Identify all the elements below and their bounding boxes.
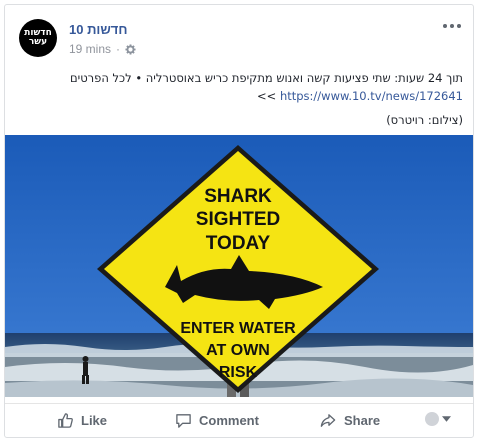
share-button[interactable]: Share — [319, 412, 380, 429]
more-options-icon[interactable] — [441, 19, 463, 33]
profile-avatar-small — [425, 412, 439, 426]
post-text-line: תוך 24 שעות: שתי פציעות קשה ואנוש מתקיפת… — [70, 71, 463, 85]
post-link[interactable]: https://www.10.tv/news/172641 — [280, 89, 463, 103]
sign-line-risk: RISK — [219, 364, 258, 381]
post-link-line: https://www.10.tv/news/172641 >> — [17, 87, 463, 105]
like-button[interactable]: Like — [57, 412, 107, 429]
share-label: Share — [344, 413, 381, 428]
page-avatar[interactable]: חדשות עשר — [19, 19, 57, 57]
share-arrow-icon — [320, 414, 336, 427]
gear-icon[interactable] — [125, 43, 136, 55]
comment-icon — [176, 414, 191, 428]
caret-down-icon — [442, 416, 451, 422]
post-meta: 19 mins · — [69, 42, 136, 56]
sign-line-today: TODAY — [206, 233, 271, 254]
page-name-link[interactable]: חדשות 10 — [69, 22, 127, 37]
avatar-text-bottom: עשר — [28, 37, 48, 47]
react-as-selector[interactable] — [425, 412, 451, 426]
dot-separator: · — [116, 42, 121, 56]
like-label: Like — [81, 413, 108, 428]
action-bar: Like Comment Share — [5, 403, 473, 438]
post-text: תוך 24 שעות: שתי פציעות קשה ואנוש מתקיפת… — [17, 69, 463, 129]
thumbs-up-icon — [58, 413, 73, 428]
post-header: חדשות עשר חדשות 10 19 mins · — [17, 15, 463, 61]
sign-line-enter-water: ENTER WATER — [180, 320, 296, 337]
post-photo[interactable]: SHARK SIGHTED TODAY ENTER WATER AT OWN R… — [5, 135, 473, 397]
comment-button[interactable]: Comment — [175, 412, 259, 429]
sign-line-shark: SHARK — [204, 186, 272, 207]
photo-credit: (צילום: רויטרס) — [386, 113, 463, 127]
sign-line-at-own: AT OWN — [206, 342, 270, 359]
post-timestamp[interactable]: 19 mins — [69, 42, 111, 56]
link-arrows: >> — [257, 89, 277, 103]
post-card: חדשות עשר חדשות 10 19 mins · תוך 24 שעות… — [4, 4, 474, 438]
shark-sign-image: SHARK SIGHTED TODAY ENTER WATER AT OWN R… — [5, 135, 473, 397]
comment-label: Comment — [199, 413, 259, 428]
sign-line-sighted: SIGHTED — [196, 209, 280, 230]
